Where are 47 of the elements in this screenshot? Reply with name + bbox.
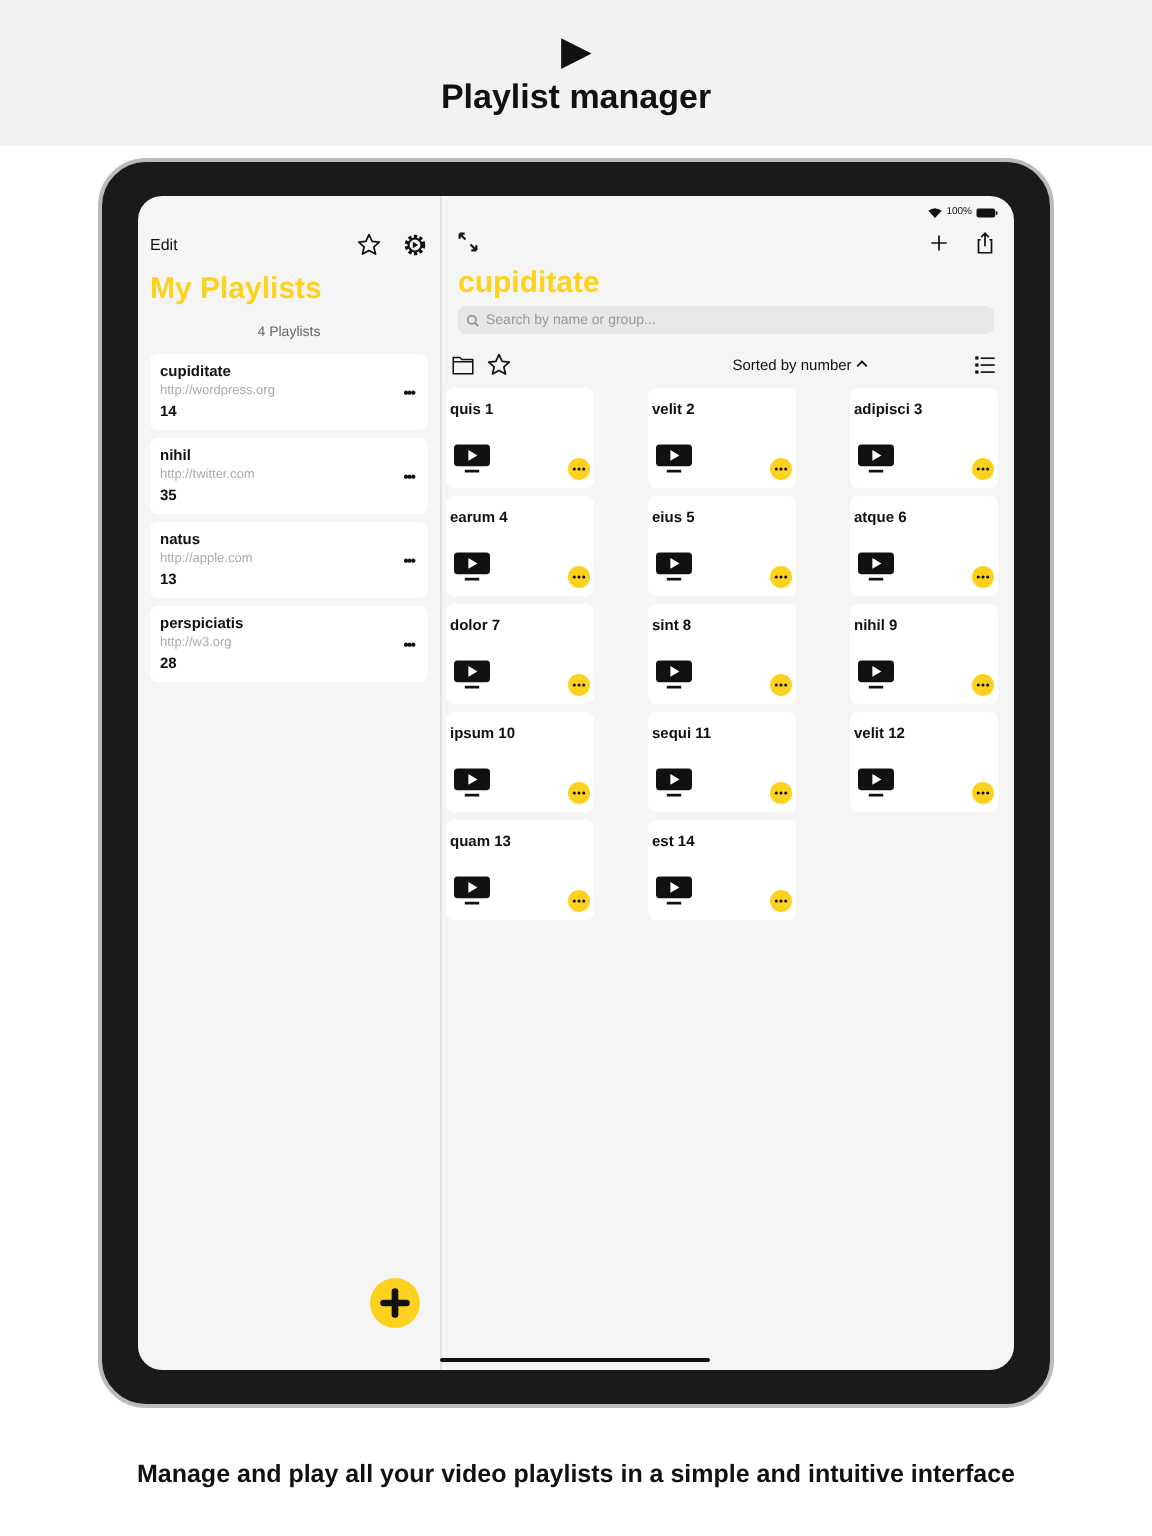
more-icon[interactable] bbox=[770, 458, 792, 480]
more-icon[interactable] bbox=[972, 566, 994, 588]
more-icon[interactable] bbox=[568, 890, 590, 912]
more-icon[interactable] bbox=[568, 674, 590, 696]
more-icon[interactable] bbox=[770, 890, 792, 912]
more-icon[interactable] bbox=[770, 674, 792, 696]
play-screen-icon[interactable] bbox=[454, 768, 490, 798]
play-screen-icon[interactable] bbox=[858, 768, 894, 798]
battery-icon bbox=[976, 207, 998, 217]
edit-button[interactable]: Edit bbox=[150, 235, 178, 253]
add-icon[interactable] bbox=[926, 229, 952, 255]
play-screen-icon[interactable] bbox=[656, 552, 692, 582]
play-screen-icon[interactable] bbox=[454, 552, 490, 582]
app-title: Playlist manager bbox=[440, 77, 712, 117]
star-icon[interactable] bbox=[356, 231, 382, 257]
more-icon[interactable] bbox=[972, 782, 994, 804]
more-icon[interactable] bbox=[770, 566, 792, 588]
wifi-icon bbox=[928, 207, 943, 217]
chevron-up-icon bbox=[855, 360, 868, 368]
play-screen-icon[interactable] bbox=[858, 444, 894, 474]
settings-icon[interactable] bbox=[402, 231, 428, 257]
more-icon[interactable] bbox=[568, 458, 590, 480]
more-icon[interactable] bbox=[972, 674, 994, 696]
play-glyph: ▶ bbox=[561, 29, 591, 73]
playlist-title: cupiditate bbox=[458, 266, 602, 300]
folder-icon[interactable] bbox=[450, 351, 476, 377]
play-screen-icon[interactable] bbox=[454, 876, 490, 906]
more-icon[interactable] bbox=[972, 458, 994, 480]
play-screen-icon[interactable] bbox=[656, 876, 692, 906]
more-icon[interactable] bbox=[568, 566, 590, 588]
play-screen-icon[interactable] bbox=[858, 552, 894, 582]
play-screen-icon[interactable] bbox=[656, 660, 692, 690]
star-icon[interactable] bbox=[486, 351, 512, 377]
play-screen-icon[interactable] bbox=[454, 444, 490, 474]
more-icon[interactable] bbox=[770, 782, 792, 804]
sidebar-title: My Playlists bbox=[150, 272, 324, 306]
play-screen-icon[interactable] bbox=[656, 768, 692, 798]
play-screen-icon[interactable] bbox=[656, 444, 692, 474]
play-screen-icon[interactable] bbox=[454, 660, 490, 690]
more-icon[interactable] bbox=[568, 782, 590, 804]
search-icon bbox=[466, 313, 480, 327]
caption: Manage and play all your video playlists in a simple and intuitive interface bbox=[136, 1460, 1015, 1488]
play-screen-icon[interactable] bbox=[858, 660, 894, 690]
collapse-icon[interactable] bbox=[458, 232, 478, 252]
share-icon[interactable] bbox=[972, 229, 998, 255]
add-button[interactable] bbox=[370, 1278, 420, 1328]
list-icon[interactable] bbox=[972, 351, 998, 377]
